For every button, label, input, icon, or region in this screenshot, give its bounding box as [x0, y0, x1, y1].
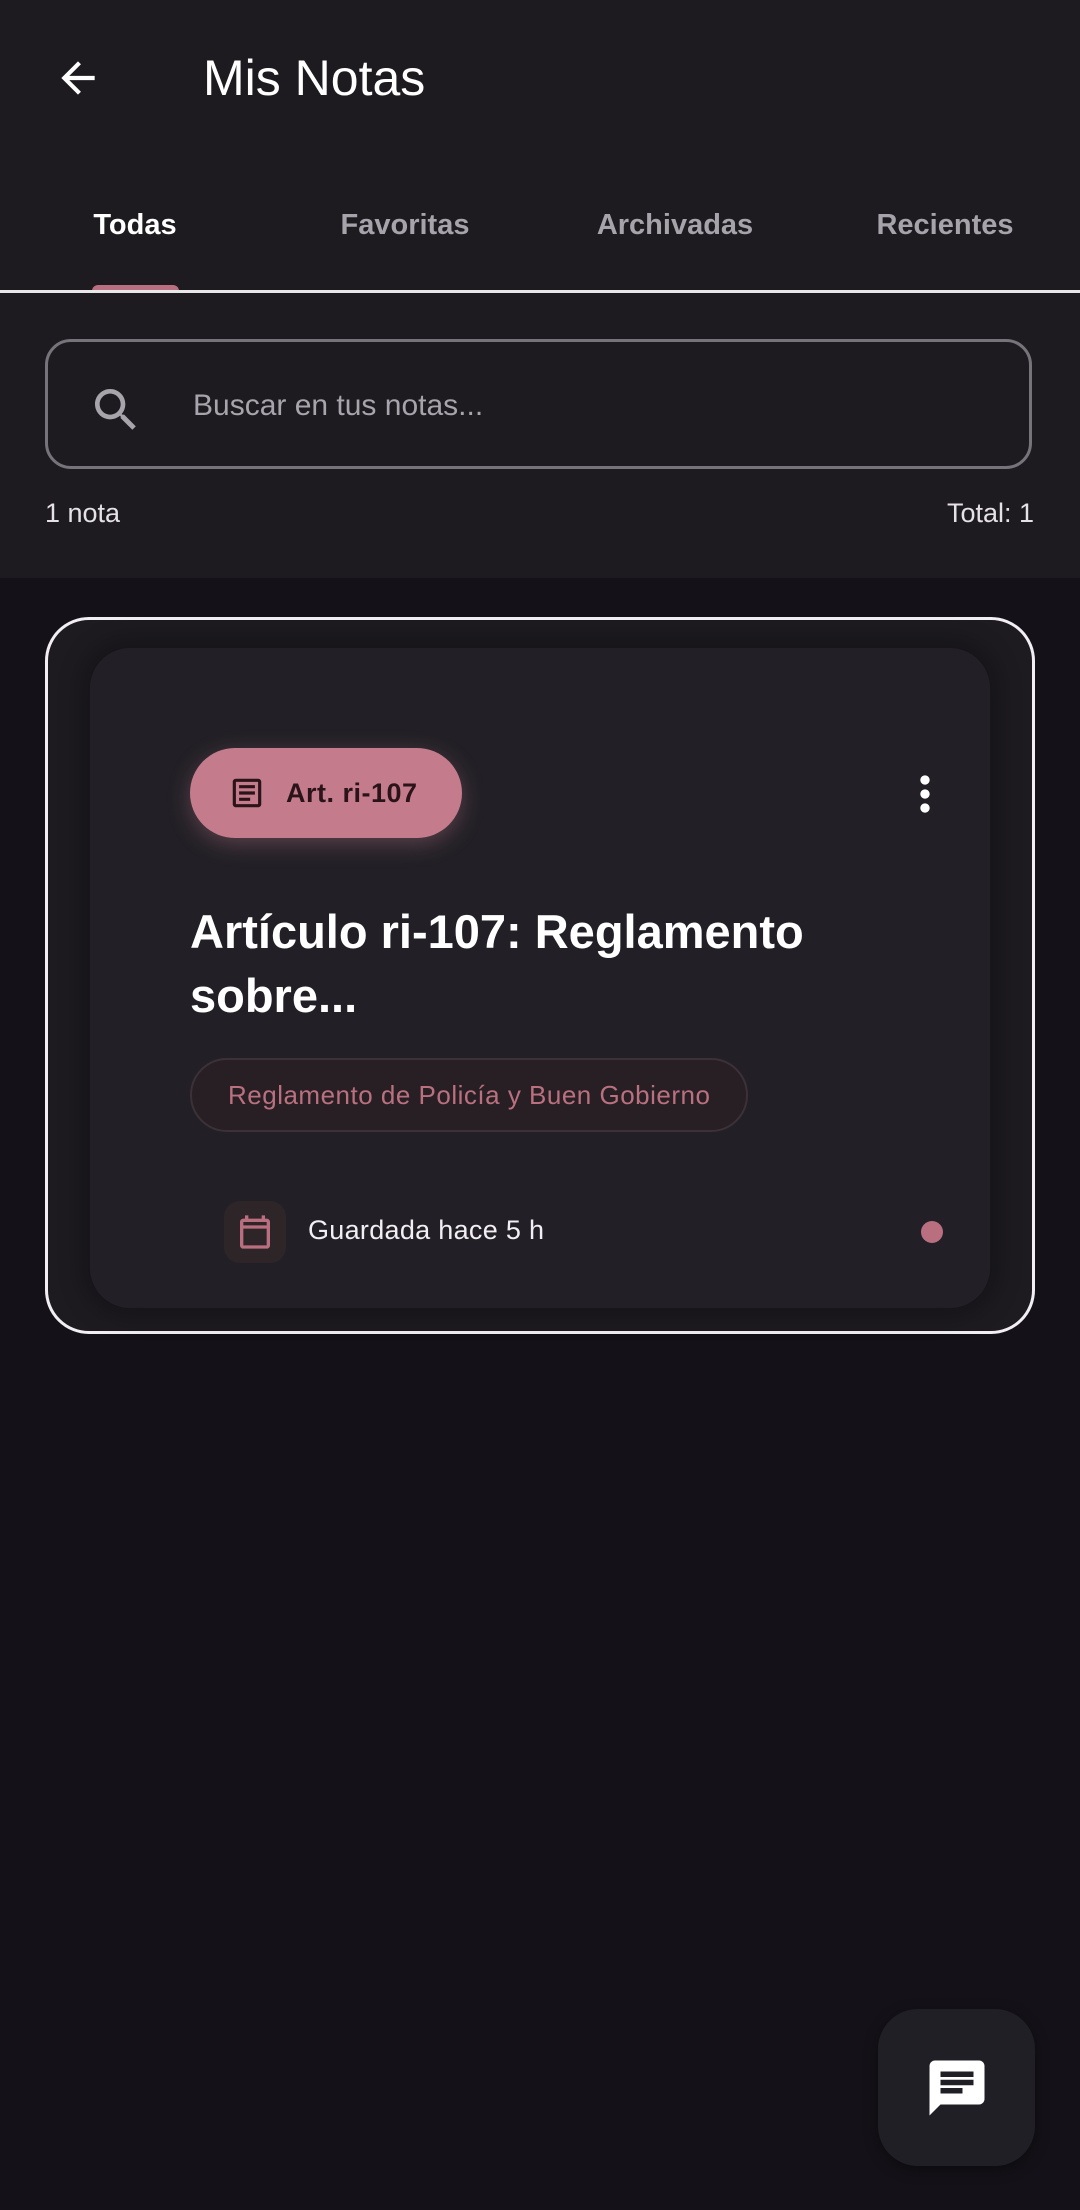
- date-icon-container: [224, 1201, 286, 1263]
- source-chip: Reglamento de Policía y Buen Gobierno: [190, 1058, 749, 1132]
- notes-count: 1 nota: [45, 498, 121, 528]
- chat-fab-button[interactable]: [878, 2009, 1035, 2166]
- notes-screen: Mis Notas Todas Favoritas Archivadas Rec…: [0, 0, 1080, 2210]
- tab-label: Recientes: [876, 208, 1014, 241]
- article-icon: [232, 778, 262, 808]
- tab-favoritas[interactable]: Favoritas: [270, 160, 540, 290]
- tab-label: Todas: [93, 208, 177, 241]
- back-button[interactable]: [38, 38, 118, 118]
- arrow-back-icon: [61, 61, 95, 95]
- note-card[interactable]: Art. ri-107 Artículo ri-107: Reglamento …: [45, 617, 1035, 1334]
- chat-icon: [929, 2060, 984, 2115]
- tab-label: Favoritas: [340, 208, 470, 241]
- article-chip-label: Art. ri-107: [286, 777, 418, 808]
- note-menu-button[interactable]: [890, 756, 960, 832]
- calendar-icon: [240, 1215, 270, 1249]
- tab-recientes[interactable]: Recientes: [810, 160, 1080, 290]
- search-input[interactable]: [191, 372, 995, 440]
- saved-timestamp: Guardada hace 5 h: [308, 1215, 545, 1245]
- note-card-body: Art. ri-107 Artículo ri-107: Reglamento …: [90, 648, 990, 1308]
- top-app-bar: Mis Notas: [0, 0, 1080, 160]
- search-section: 1 nota Total: 1: [0, 293, 1080, 578]
- tab-archivadas[interactable]: Archivadas: [540, 160, 810, 290]
- note-title: Artículo ri-107: Reglamento sobre...: [190, 905, 804, 1022]
- notes-total: Total: 1: [946, 498, 1034, 528]
- more-vert-icon: [920, 775, 930, 813]
- search-icon: [95, 389, 136, 430]
- tab-todas[interactable]: Todas: [0, 160, 270, 295]
- status-dot: [921, 1221, 943, 1243]
- tab-bar: Todas Favoritas Archivadas Recientes: [0, 160, 1080, 295]
- search-field[interactable]: [45, 339, 1032, 469]
- tab-label: Archivadas: [596, 208, 754, 241]
- article-chip[interactable]: Art. ri-107: [190, 748, 462, 838]
- page-title: Mis Notas: [203, 50, 426, 106]
